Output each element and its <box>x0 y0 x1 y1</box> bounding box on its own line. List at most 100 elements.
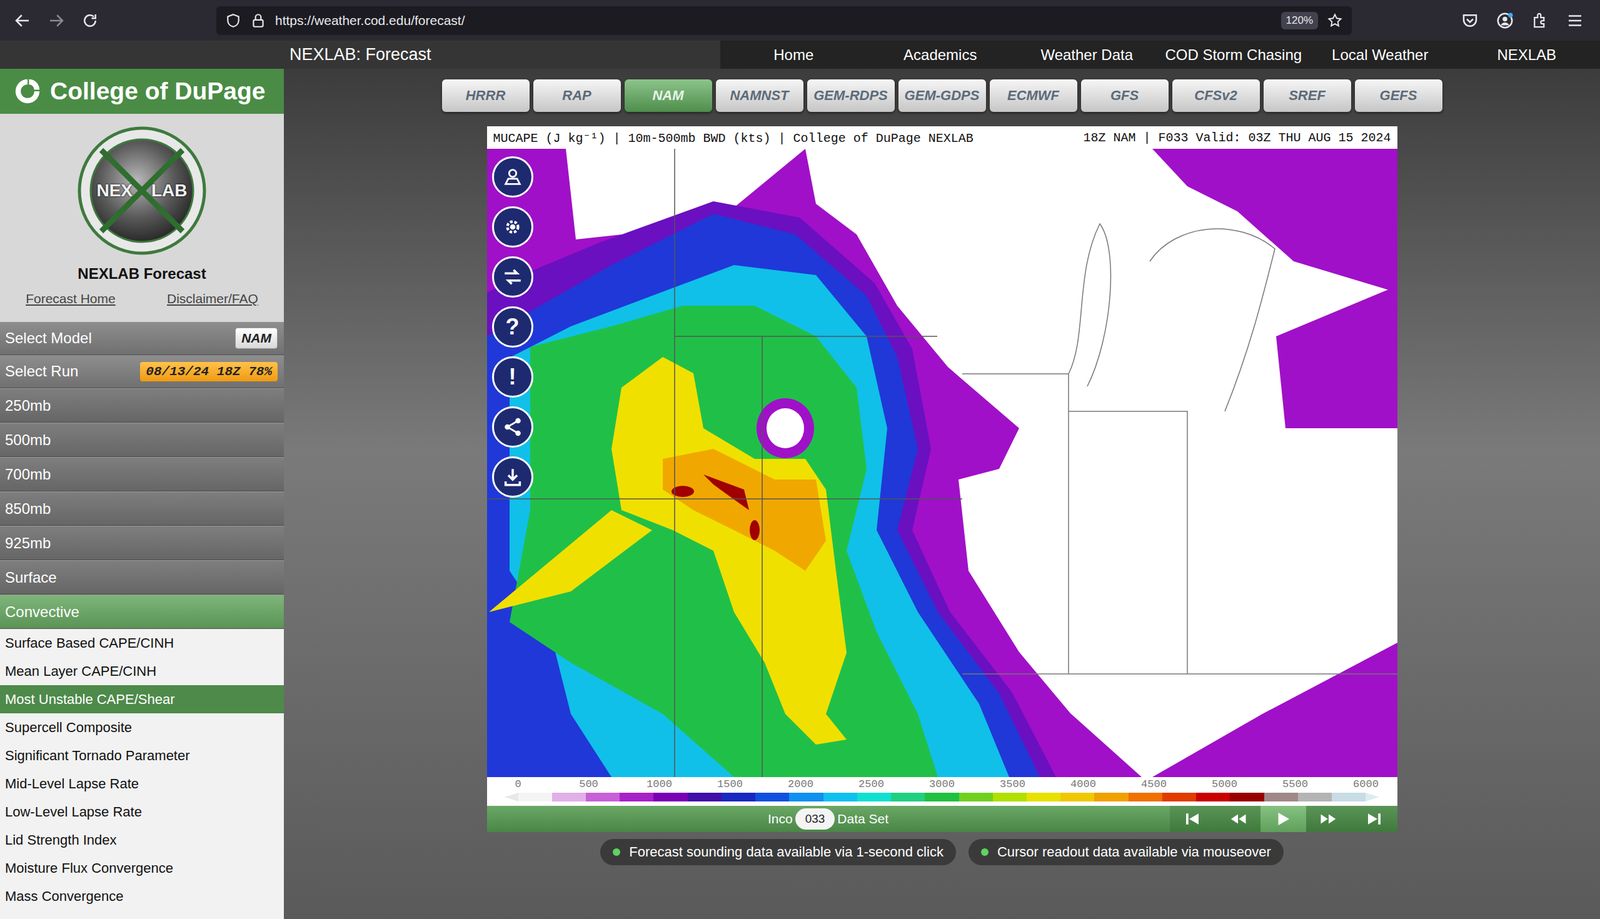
colorbar-arrow <box>504 792 519 802</box>
colorbar-segment <box>823 792 858 802</box>
colorbar-arrow <box>1365 792 1380 802</box>
colorbar-tick: 500 <box>578 778 599 791</box>
model-tab[interactable]: SREF <box>1263 79 1352 112</box>
submenu-item[interactable]: Mass Convergence <box>0 882 284 911</box>
player-button[interactable] <box>1306 805 1352 833</box>
model-tab[interactable]: GEM-GDPS <box>898 79 987 112</box>
url-field[interactable]: https://weather.cod.edu/forecast/120% <box>216 6 1352 36</box>
lock-icon[interactable] <box>250 12 267 29</box>
map-tool-button[interactable]: ! <box>492 356 534 398</box>
map-tool-button[interactable] <box>492 456 534 498</box>
map-tool-button[interactable] <box>492 156 534 198</box>
colorbar-segment <box>552 792 586 802</box>
submenu-item[interactable]: Lid Strength Index <box>0 825 284 855</box>
submenu-item[interactable]: Moisture Flux Convergence <box>0 854 284 883</box>
colorbar-segment <box>1162 792 1197 802</box>
map-image[interactable] <box>487 148 1398 778</box>
brand-name[interactable]: College of DuPage <box>50 77 266 106</box>
menu-item[interactable]: 700mb <box>0 457 284 492</box>
model-tab[interactable]: GEM-RDPS <box>807 79 895 112</box>
menu-item[interactable]: 925mb <box>0 525 284 561</box>
player-button[interactable] <box>1260 805 1307 833</box>
colorbar-segment <box>585 792 620 802</box>
player-buttons <box>1169 805 1398 833</box>
shield-icon[interactable] <box>225 12 242 29</box>
menu-item[interactable]: Convective <box>0 594 284 629</box>
colorbar-strip <box>504 792 1380 802</box>
colorbar-segment <box>857 792 891 802</box>
star-icon[interactable] <box>1326 12 1344 29</box>
menu-item[interactable]: 850mb <box>0 491 284 526</box>
logo-word: NEX <box>96 180 133 201</box>
timeline-thumb[interactable]: 033 <box>795 808 836 830</box>
nav-item[interactable]: COD Storm Chasing <box>1160 46 1308 64</box>
player-button[interactable] <box>1169 805 1216 833</box>
globe-icon <box>76 125 208 257</box>
gear-icon <box>502 216 524 238</box>
user-pin-icon <box>502 166 524 188</box>
model-tab[interactable]: ECMWF <box>989 79 1078 112</box>
menu-item[interactable]: Surface <box>0 560 284 595</box>
submenu-item[interactable]: Mid-Level Lapse Rate <box>0 769 284 798</box>
map-tool-button[interactable] <box>492 256 534 298</box>
nav-item[interactable]: Weather Data <box>1013 46 1161 64</box>
fast-forward-icon <box>1319 809 1339 829</box>
swap-arrows-icon <box>502 266 524 288</box>
reload-icon[interactable] <box>78 9 102 32</box>
nav-item[interactable]: Local Weather <box>1306 46 1454 64</box>
status-dot <box>612 848 621 856</box>
selector-value[interactable]: 08/13/24 18Z 78% <box>140 362 278 382</box>
content: College of DuPage NEXLABNEXLAB ForecastFo… <box>0 68 1600 919</box>
nav-item[interactable]: Academics <box>867 46 1015 64</box>
model-tab[interactable]: RAP <box>533 79 621 112</box>
menu-item[interactable]: 250mb <box>0 388 284 423</box>
play-icon <box>1273 809 1293 829</box>
model-tab[interactable]: HRRR <box>442 79 530 112</box>
model-tab[interactable]: NAMNST <box>715 79 804 112</box>
colorbar-segment <box>1298 792 1332 802</box>
selector-row[interactable]: Select Run08/13/24 18Z 78% <box>0 355 284 389</box>
submenu-item[interactable]: Low-Level Lapse Rate <box>0 797 284 826</box>
colorbar-segment <box>687 792 722 802</box>
selector-row[interactable]: Select ModelNAM <box>0 322 284 356</box>
timeline[interactable]: Inco033Data Set <box>487 805 1170 833</box>
forward-arrow-icon[interactable] <box>45 9 68 32</box>
nav-item[interactable]: Home <box>720 46 868 64</box>
account-icon[interactable] <box>1493 9 1517 32</box>
rewind-icon <box>1228 809 1248 829</box>
map[interactable]: ?! <box>487 148 1398 778</box>
colorbar-segment <box>1128 792 1163 802</box>
colorbar-segment <box>1060 792 1095 802</box>
nav-item[interactable]: NEXLAB <box>1453 46 1600 64</box>
submenu-item[interactable]: Surface Based CAPE/CINH <box>0 628 284 658</box>
submenu-item[interactable]: Significant Tornado Parameter <box>0 741 284 770</box>
player-button[interactable] <box>1351 805 1398 833</box>
submenu-item[interactable]: Mean Layer CAPE/CINH <box>0 657 284 686</box>
pocket-icon[interactable] <box>1458 9 1482 32</box>
url-text[interactable]: https://weather.cod.edu/forecast/ <box>275 13 1273 29</box>
model-tab[interactable]: CFSv2 <box>1172 79 1260 112</box>
selector-value[interactable]: NAM <box>235 327 278 349</box>
submenu-item[interactable]: Most Unstable CAPE/Shear <box>0 685 284 714</box>
model-tab[interactable]: NAM <box>624 79 713 112</box>
player-button[interactable] <box>1214 805 1261 833</box>
colorbar-segment <box>1264 792 1299 802</box>
model-tab[interactable]: GEFS <box>1354 79 1443 112</box>
back-arrow-icon[interactable] <box>11 9 34 32</box>
extensions-icon[interactable] <box>1528 9 1552 32</box>
map-tool-button[interactable] <box>492 206 534 248</box>
menu-icon[interactable] <box>1563 9 1587 32</box>
brand-bar[interactable]: College of DuPage <box>0 68 284 114</box>
page: https://weather.cod.edu/forecast/120% NEX… <box>0 0 1600 919</box>
menu-item[interactable]: 500mb <box>0 422 284 458</box>
zoom-badge[interactable]: 120% <box>1281 11 1319 30</box>
colorbar-tick: 4000 <box>1070 778 1097 791</box>
sidebar-link[interactable]: Disclaimer/FAQ <box>166 291 259 307</box>
share-icon <box>502 416 524 438</box>
model-tab[interactable]: GFS <box>1081 79 1169 112</box>
logo-area: NEXLABNEXLAB ForecastForecast HomeDiscla… <box>0 113 284 323</box>
submenu-item[interactable]: Supercell Composite <box>0 713 284 742</box>
map-tool-button[interactable]: ? <box>492 306 534 348</box>
map-tool-button[interactable] <box>492 406 534 448</box>
sidebar-link[interactable]: Forecast Home <box>25 291 116 307</box>
